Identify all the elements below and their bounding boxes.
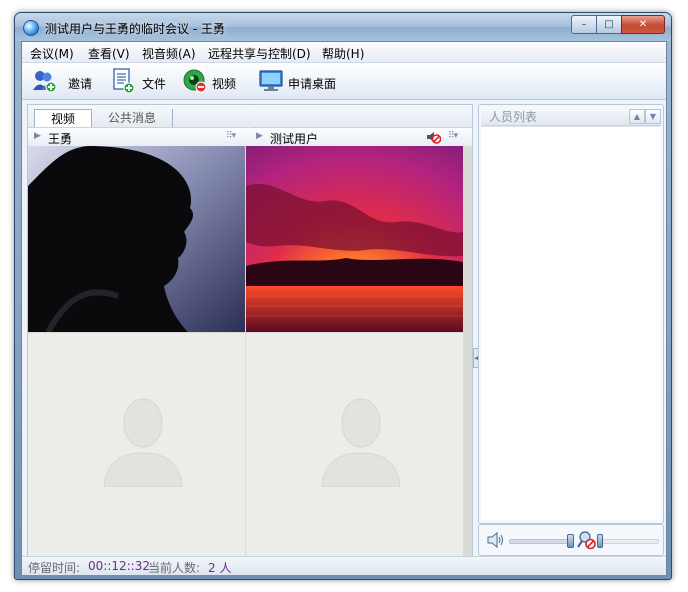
expand-arrow-icon[interactable]: ▶ [34,131,41,141]
toolbar: 邀请 文件 视频 申请桌面 [22,63,666,100]
speaker-volume-thumb[interactable] [567,534,574,548]
scroll-up-icon[interactable]: ▲ [629,109,645,124]
menu-av[interactable]: 视音频(A) [142,45,196,62]
file-label: 文件 [142,77,167,91]
speaker-muted-icon[interactable] [426,130,441,144]
microphone-volume-thumb[interactable] [597,534,603,548]
video-grid [28,146,472,557]
invite-users-icon [33,71,57,93]
video-feed-testuser[interactable] [246,146,463,332]
request-desktop-label: 申请桌面 [288,77,337,91]
video-icon [183,69,207,93]
file-icon [113,68,135,94]
desktop-icon [259,70,283,91]
video-header-testuser: ▶ 测试用户 ⠿▾ [250,127,472,147]
people-list-header: 人员列表 ▲ ▼ [481,107,661,126]
invite-label: 邀请 [68,77,93,91]
view-options-icon[interactable]: ⠿▾ [226,131,236,141]
video-label: 视频 [212,77,237,91]
menu-view[interactable]: 查看(V) [88,45,130,62]
app-window: 测试用户与王勇的临时会议 - 王勇 – □ ✕ 会议(M) 查看(V) 视音频(… [14,12,672,580]
participant-count-label: 当前人数: [148,561,201,575]
speaker-icon[interactable] [487,532,505,548]
microphone-muted-icon[interactable] [577,530,597,550]
people-list [481,126,661,520]
close-button[interactable]: ✕ [621,15,665,34]
microphone-volume-slider[interactable] [601,539,659,544]
participant-name: 测试用户 [270,132,319,146]
sunset-image [246,146,463,332]
menu-remote[interactable]: 远程共享与控制(D) [208,45,311,62]
speaker-volume-slider[interactable] [509,539,573,544]
title-bar[interactable]: 测试用户与王勇的临时会议 - 王勇 – □ ✕ [15,13,671,41]
menu-help[interactable]: 帮助(H) [322,45,364,62]
client-area: 会议(M) 查看(V) 视音频(A) 远程共享与控制(D) 帮助(H) 邀请 文… [21,41,667,575]
menu-bar: 会议(M) 查看(V) 视音频(A) 远程共享与控制(D) 帮助(H) [22,42,666,63]
request-desktop-button[interactable]: 申请桌面 [258,67,348,95]
scroll-down-icon[interactable]: ▼ [645,109,661,124]
invite-button[interactable]: 邀请 [32,67,96,95]
view-options-icon[interactable]: ⠿▾ [448,131,458,141]
audio-controls [478,524,664,556]
file-button[interactable]: 文件 [110,67,170,95]
tab-strip: 视频 公共消息 [28,105,472,128]
tab-public-messages[interactable]: 公共消息 [92,109,173,127]
app-globe-icon [23,20,39,36]
participant-count-value: 2 人 [208,561,232,575]
video-slot-empty[interactable] [28,333,245,557]
video-slot-empty[interactable] [246,333,463,557]
tab-video[interactable]: 视频 [34,109,92,128]
maximize-button[interactable]: □ [596,15,622,34]
window-title: 测试用户与王勇的临时会议 - 王勇 [45,22,225,36]
status-bar: 停留时间: 00::12::32 当前人数: 2 人 [22,556,666,575]
video-feed-wangyong[interactable] [28,146,245,332]
expand-arrow-icon[interactable]: ▶ [256,131,263,141]
avatar-placeholder-icon [103,398,183,487]
video-header-wangyong: ▶ 王勇 ⠿▾ [28,127,249,147]
stay-time-label: 停留时间: [28,561,81,575]
participant-name: 王勇 [48,132,73,146]
people-list-panel: 人员列表 ▲ ▼ [478,104,664,524]
stay-time-value: 00::12::32 [88,559,150,573]
video-panel: 视频 公共消息 ▶ 王勇 ⠿▾ ▶ 测试用户 ⠿▾ [27,104,473,558]
portrait-silhouette-image [28,146,245,332]
minimize-button[interactable]: – [571,15,597,34]
people-list-title: 人员列表 [489,110,538,124]
avatar-placeholder-icon [321,398,401,487]
menu-meeting[interactable]: 会议(M) [30,45,74,62]
video-button[interactable]: 视频 [182,67,242,95]
